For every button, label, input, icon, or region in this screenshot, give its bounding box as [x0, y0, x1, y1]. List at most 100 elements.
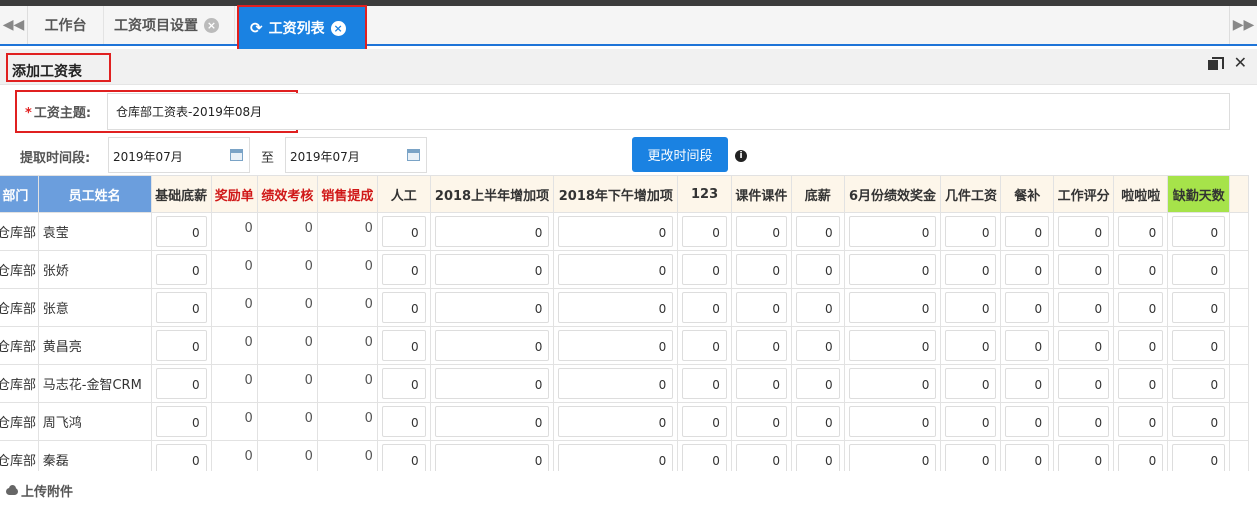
salary-value-input[interactable]: 0 — [735, 292, 787, 323]
salary-value-input[interactable]: 0 — [434, 292, 550, 323]
close-icon[interactable]: × — [330, 20, 346, 36]
salary-value-input[interactable]: 0 — [1172, 444, 1226, 471]
salary-value-input[interactable]: 0 — [1118, 330, 1164, 361]
salary-value-input[interactable]: 0 — [945, 406, 997, 437]
salary-value-input[interactable]: 0 — [1005, 406, 1050, 437]
salary-value-input[interactable]: 0 — [682, 406, 727, 437]
salary-value-input[interactable]: 0 — [848, 368, 937, 399]
salary-value-input[interactable]: 0 — [848, 254, 937, 285]
salary-value-input[interactable]: 0 — [1058, 330, 1110, 361]
salary-value-input[interactable]: 0 — [558, 406, 674, 437]
salary-value-input[interactable]: 0 — [848, 444, 937, 471]
salary-value-input[interactable]: 0 — [795, 292, 840, 323]
salary-value-input[interactable]: 0 — [1118, 292, 1164, 323]
subject-input[interactable]: 仓库部工资表-2019年08月 — [107, 93, 1230, 130]
salary-value-input[interactable]: 0 — [795, 254, 840, 285]
salary-value-input[interactable]: 0 — [945, 444, 997, 471]
close-icon[interactable]: ✕ — [1234, 53, 1247, 72]
salary-value-input[interactable]: 0 — [735, 216, 787, 247]
salary-value-input[interactable]: 0 — [558, 330, 674, 361]
salary-value-input[interactable]: 0 — [434, 368, 550, 399]
salary-value-input[interactable]: 0 — [1172, 368, 1226, 399]
salary-value-input[interactable]: 0 — [1172, 216, 1226, 247]
refresh-icon[interactable]: ⟳ — [250, 19, 263, 37]
salary-value-input[interactable]: 0 — [945, 368, 997, 399]
salary-value-input[interactable]: 0 — [381, 292, 426, 323]
salary-value-input[interactable]: 0 — [155, 330, 207, 361]
salary-value-input[interactable]: 0 — [1118, 406, 1164, 437]
salary-value-input[interactable]: 0 — [1005, 216, 1050, 247]
salary-value-input[interactable]: 0 — [381, 444, 426, 471]
salary-value-input[interactable]: 0 — [381, 216, 426, 247]
info-icon[interactable]: i — [735, 150, 747, 162]
salary-value-input[interactable]: 0 — [795, 330, 840, 361]
salary-value-input[interactable]: 0 — [735, 406, 787, 437]
salary-value-input[interactable]: 0 — [735, 368, 787, 399]
salary-value-input[interactable]: 0 — [434, 216, 550, 247]
salary-value-input[interactable]: 0 — [155, 444, 207, 471]
salary-value-input[interactable]: 0 — [945, 292, 997, 323]
salary-value-input[interactable]: 0 — [434, 444, 550, 471]
salary-value-input[interactable]: 0 — [848, 330, 937, 361]
salary-value-input[interactable]: 0 — [381, 406, 426, 437]
salary-value-input[interactable]: 0 — [1058, 444, 1110, 471]
salary-value-input[interactable]: 0 — [1172, 406, 1226, 437]
salary-value-input[interactable]: 0 — [155, 216, 207, 247]
salary-table-wrap[interactable]: 部门 员工姓名 基础底薪 奖励单 绩效考核 销售提成 人工 2018上半年增加项 2018年下午… — [0, 175, 1257, 471]
salary-value-input[interactable]: 0 — [795, 406, 840, 437]
salary-value-input[interactable]: 0 — [848, 406, 937, 437]
calendar-icon[interactable] — [407, 149, 420, 161]
salary-value-input[interactable]: 0 — [848, 216, 937, 247]
salary-value-input[interactable]: 0 — [155, 292, 207, 323]
salary-value-input[interactable]: 0 — [1118, 254, 1164, 285]
salary-value-input[interactable]: 0 — [155, 254, 207, 285]
salary-value-input[interactable]: 0 — [1005, 444, 1050, 471]
close-icon[interactable]: × — [204, 17, 219, 33]
salary-value-input[interactable]: 0 — [381, 254, 426, 285]
salary-value-input[interactable]: 0 — [682, 368, 727, 399]
salary-value-input[interactable]: 0 — [795, 444, 840, 471]
salary-value-input[interactable]: 0 — [434, 330, 550, 361]
salary-value-input[interactable]: 0 — [1172, 254, 1226, 285]
salary-value-input[interactable]: 0 — [682, 444, 727, 471]
salary-value-input[interactable]: 0 — [682, 292, 727, 323]
tab-scroll-left-icon[interactable]: ◀◀ — [0, 6, 28, 44]
salary-value-input[interactable]: 0 — [848, 292, 937, 323]
end-date-input[interactable]: 2019年07月 — [285, 137, 427, 173]
salary-value-input[interactable]: 0 — [155, 368, 207, 399]
change-time-range-button[interactable]: 更改时间段 — [632, 137, 728, 172]
salary-value-input[interactable]: 0 — [945, 330, 997, 361]
salary-value-input[interactable]: 0 — [1118, 368, 1164, 399]
salary-value-input[interactable]: 0 — [1058, 216, 1110, 247]
salary-value-input[interactable]: 0 — [1172, 292, 1226, 323]
salary-value-input[interactable]: 0 — [558, 444, 674, 471]
salary-value-input[interactable]: 0 — [434, 406, 550, 437]
salary-value-input[interactable]: 0 — [682, 254, 727, 285]
restore-icon[interactable] — [1207, 57, 1224, 70]
salary-value-input[interactable]: 0 — [381, 330, 426, 361]
salary-value-input[interactable]: 0 — [1118, 444, 1164, 471]
salary-value-input[interactable]: 0 — [558, 216, 674, 247]
tab-salary-list[interactable]: ⟳ 工资列表 × — [237, 5, 367, 51]
salary-value-input[interactable]: 0 — [434, 254, 550, 285]
salary-value-input[interactable]: 0 — [795, 216, 840, 247]
salary-value-input[interactable]: 0 — [1005, 368, 1050, 399]
calendar-icon[interactable] — [230, 149, 243, 161]
tab-workbench[interactable]: 工作台 — [28, 6, 104, 44]
tab-scroll-right-icon[interactable]: ▶▶ — [1229, 6, 1257, 44]
start-date-input[interactable]: 2019年07月 — [108, 137, 250, 173]
salary-value-input[interactable]: 0 — [795, 368, 840, 399]
salary-value-input[interactable]: 0 — [558, 368, 674, 399]
salary-value-input[interactable]: 0 — [682, 330, 727, 361]
salary-value-input[interactable]: 0 — [735, 254, 787, 285]
salary-value-input[interactable]: 0 — [1058, 292, 1110, 323]
salary-value-input[interactable]: 0 — [1005, 254, 1050, 285]
salary-value-input[interactable]: 0 — [155, 406, 207, 437]
salary-value-input[interactable]: 0 — [1005, 292, 1050, 323]
tab-salary-item-settings[interactable]: 工资项目设置 × — [104, 6, 235, 44]
salary-value-input[interactable]: 0 — [735, 444, 787, 471]
salary-value-input[interactable]: 0 — [1058, 368, 1110, 399]
salary-value-input[interactable]: 0 — [381, 368, 426, 399]
salary-value-input[interactable]: 0 — [1058, 254, 1110, 285]
upload-attachment-button[interactable]: 上传附件 — [5, 481, 73, 500]
